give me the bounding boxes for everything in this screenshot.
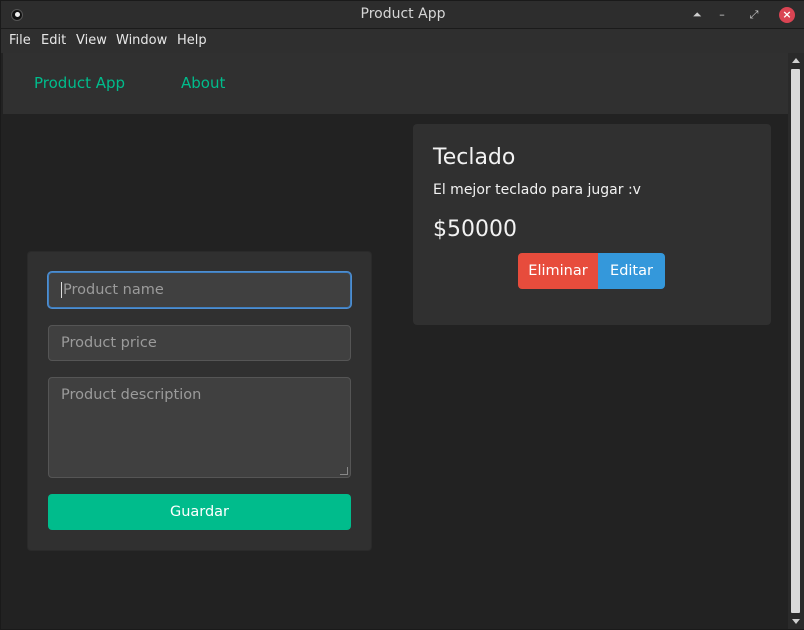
app-window: Product App ⏶ – ⤢ × File Edit View Windo…	[0, 0, 804, 630]
text-caret	[61, 282, 62, 298]
save-button[interactable]: Guardar	[48, 494, 351, 530]
keep-above-icon[interactable]: ⏶	[689, 7, 705, 23]
product-card: Teclado El mejor teclado para jugar :v $…	[413, 124, 771, 325]
navbar-about-link[interactable]: About	[181, 74, 225, 92]
product-name-input[interactable]: Product name	[48, 272, 351, 308]
menu-edit[interactable]: Edit	[41, 33, 66, 48]
scroll-down-icon[interactable]	[792, 619, 800, 624]
product-price: $50000	[433, 217, 517, 242]
menu-file[interactable]: File	[9, 33, 31, 48]
vertical-scrollbar[interactable]	[788, 53, 804, 629]
page-content: Product App About Product name Product p…	[3, 53, 788, 629]
delete-button[interactable]: Eliminar	[518, 253, 598, 289]
product-price-placeholder: Product price	[61, 335, 157, 351]
scrollbar-thumb[interactable]	[791, 69, 800, 613]
menu-bar: File Edit View Window Help	[1, 29, 804, 53]
edit-button[interactable]: Editar	[598, 253, 665, 289]
window-title: Product App	[360, 6, 446, 22]
maximize-icon[interactable]: ⤢	[746, 7, 762, 23]
minimize-icon[interactable]: –	[714, 7, 730, 23]
navbar: Product App About	[3, 53, 788, 114]
scroll-up-icon[interactable]	[792, 58, 800, 63]
product-form-card: Product name Product price Product descr…	[27, 251, 372, 551]
navbar-brand-link[interactable]: Product App	[34, 74, 125, 92]
menu-window[interactable]: Window	[116, 33, 167, 48]
menu-help[interactable]: Help	[177, 33, 207, 48]
resize-grip-icon[interactable]	[340, 467, 348, 475]
product-description-placeholder: Product description	[61, 387, 202, 403]
product-price-input[interactable]: Product price	[48, 325, 351, 361]
product-description: El mejor teclado para jugar :v	[433, 182, 641, 198]
product-description-textarea[interactable]: Product description	[48, 377, 351, 478]
close-icon[interactable]: ×	[779, 7, 795, 23]
title-bar[interactable]: Product App ⏶ – ⤢ ×	[1, 1, 804, 29]
menu-view[interactable]: View	[76, 33, 107, 48]
product-name-placeholder: Product name	[63, 282, 164, 298]
product-name: Teclado	[433, 145, 516, 170]
